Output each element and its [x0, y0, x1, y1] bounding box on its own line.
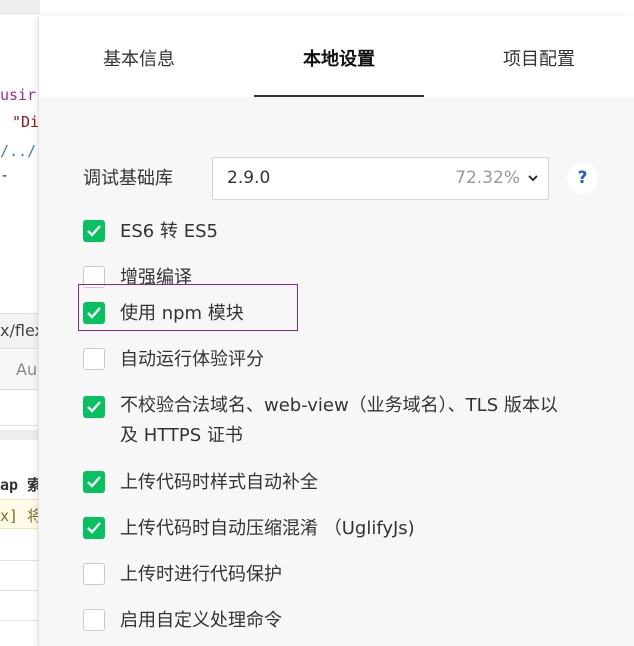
- code-line: "Di: [12, 113, 40, 131]
- help-icon[interactable]: ?: [567, 163, 598, 194]
- divider: [0, 620, 40, 621]
- divider: [0, 425, 40, 426]
- option-label: 启用自定义处理命令: [120, 610, 282, 631]
- code-line: -: [0, 166, 10, 184]
- tab-project-config[interactable]: 项目配置: [469, 16, 609, 97]
- option-label: 上传代码时样式自动补全: [120, 472, 318, 493]
- checkbox-unchecked[interactable]: [83, 563, 105, 585]
- option-skip-domain-check[interactable]: 不校验合法域名、web-view（业务域名）、TLS 版本以及 HTTPS 证书: [83, 391, 583, 453]
- console-line: ap 索: [0, 476, 40, 494]
- project-settings-panel: 基本信息 本地设置 项目配置 调试基础库 2.9.0 72.32% ? ES6 …: [38, 16, 634, 646]
- divider: [0, 590, 40, 591]
- console-warning-row: x] 将: [0, 499, 40, 529]
- background-editor: usir "Di /../ - x/flex Au ap 索 x] 将: [0, 0, 40, 646]
- option-minify-uglifyjs[interactable]: 上传代码时自动压缩混淆 （UglifyJs): [83, 515, 583, 539]
- console-line: x] 将: [0, 507, 40, 525]
- settings-tab-bar: 基本信息 本地设置 项目配置: [39, 16, 634, 97]
- checkbox-unchecked[interactable]: [83, 266, 105, 288]
- console-header: [0, 430, 40, 440]
- option-es6-to-es5[interactable]: ES6 转 ES5: [83, 218, 583, 242]
- option-label: 增强编译: [120, 267, 192, 288]
- option-use-npm-module[interactable]: 使用 npm 模块: [83, 300, 583, 324]
- debug-lib-version: 2.9.0: [227, 168, 271, 188]
- debug-lib-label: 调试基础库: [83, 168, 173, 189]
- code-line: /../: [0, 142, 37, 160]
- checkbox-checked[interactable]: [83, 517, 105, 539]
- option-label: 上传时进行代码保护: [120, 564, 282, 585]
- option-label: 不校验合法域名、web-view（业务域名）、TLS 版本以及 HTTPS 证书: [120, 395, 558, 446]
- checkbox-checked[interactable]: [83, 471, 105, 493]
- panel-tab-bar[interactable]: Au: [0, 350, 40, 390]
- option-enhanced-compile[interactable]: 增强编译: [83, 264, 583, 288]
- checkbox-checked[interactable]: [83, 220, 105, 242]
- option-auto-audit[interactable]: 自动运行体验评分: [83, 346, 583, 370]
- chevron-down-icon: [528, 175, 538, 182]
- checkbox-checked[interactable]: [83, 396, 105, 418]
- checkbox-unchecked[interactable]: [83, 348, 105, 370]
- file-path: x/flex: [0, 321, 40, 340]
- option-label: 使用 npm 模块: [120, 303, 244, 324]
- file-path-bar: x/flex: [0, 313, 40, 349]
- code-line: usir: [0, 86, 37, 104]
- editor-title-bar: [0, 0, 40, 14]
- debug-lib-row: 调试基础库 2.9.0 72.32% ?: [83, 157, 603, 200]
- option-label: ES6 转 ES5: [120, 221, 218, 242]
- panel-tab-label: Au: [16, 360, 38, 379]
- tab-local-settings[interactable]: 本地设置: [254, 16, 424, 97]
- option-custom-commands[interactable]: 启用自定义处理命令: [83, 607, 583, 631]
- option-label: 自动运行体验评分: [120, 349, 264, 370]
- option-label: 上传代码时自动压缩混淆 （UglifyJs): [120, 518, 415, 539]
- checkbox-checked[interactable]: [83, 302, 105, 324]
- option-code-protection[interactable]: 上传时进行代码保护: [83, 561, 583, 585]
- divider: [0, 560, 40, 561]
- option-style-autoprefix[interactable]: 上传代码时样式自动补全: [83, 469, 583, 493]
- checkbox-unchecked[interactable]: [83, 609, 105, 631]
- tab-basic-info[interactable]: 基本信息: [69, 16, 209, 97]
- debug-lib-usage-percent: 72.32%: [455, 168, 520, 188]
- debug-lib-select[interactable]: 2.9.0 72.32%: [212, 157, 549, 200]
